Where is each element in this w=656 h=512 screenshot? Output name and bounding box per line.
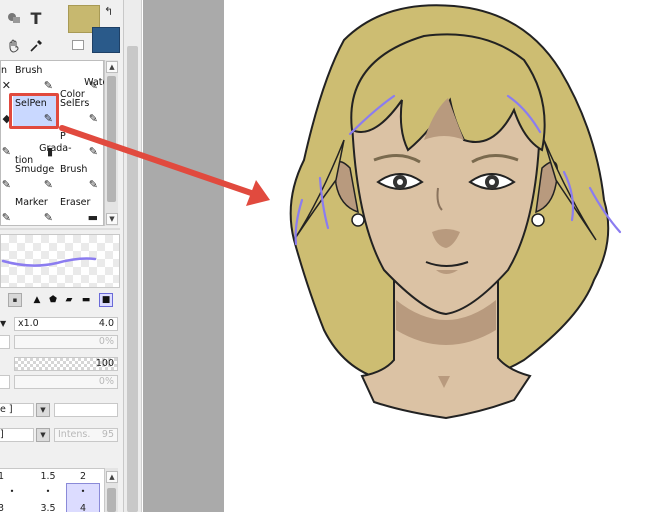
gradation-icon: ▮ — [46, 145, 53, 158]
hand-tool-icon[interactable] — [2, 34, 26, 58]
canvas-backdrop — [143, 0, 224, 512]
shape-block-icon[interactable]: ▬ — [79, 293, 93, 307]
stroke-preview — [0, 234, 120, 288]
min-size-field[interactable]: 0% — [14, 335, 118, 349]
brush-slot-smudge[interactable]: Smudge ✎ — [13, 162, 57, 194]
brush-slot-13[interactable]: ✎ — [0, 195, 13, 227]
watercolor-icon: ✎ — [88, 79, 98, 92]
selection-eraser-icon: ✎ — [88, 112, 98, 125]
density-field[interactable]: 100 — [14, 357, 118, 371]
size-preset[interactable]: 4 — [66, 503, 100, 512]
brush-size-field[interactable]: x1.0 4.0 — [14, 317, 118, 331]
shape-trapezoid-icon[interactable]: ▰ — [62, 293, 76, 307]
brush-slot-pencil[interactable]: P ✎ — [58, 129, 102, 161]
blend-mode-select[interactable]: e ] — [0, 403, 34, 417]
size-preset[interactable]: 3 — [0, 503, 18, 512]
reset-colors-icon[interactable] — [72, 40, 84, 50]
scroll-thumb[interactable] — [107, 488, 116, 512]
shape-cone-icon[interactable]: ▲ — [30, 293, 44, 307]
eyedropper-icon[interactable] — [24, 34, 48, 58]
scroll-up-button[interactable]: ▲ — [106, 471, 118, 483]
size-grid-scrollbar[interactable]: ▲ — [104, 468, 118, 512]
brush-slot-10[interactable]: ✎ — [0, 162, 13, 194]
pencil-icon: ✎ — [88, 145, 98, 158]
tool-panel: T ↰ n ✕ Brush ✎ Water Color ✎ ◆ SelPen ✎… — [0, 0, 124, 512]
brush-slot-watercolor[interactable]: Water Color ✎ — [58, 63, 112, 100]
brush-icon: ✎ — [88, 178, 98, 191]
brush-slot-label: Eraser — [60, 197, 91, 208]
brush-slot-1[interactable]: n ✕ — [0, 63, 13, 95]
brush-slot-icon: ✕ — [1, 79, 11, 92]
shape-prev-button[interactable]: ▪ — [8, 293, 22, 307]
scroll-up-button[interactable]: ▲ — [106, 61, 118, 73]
eraser-icon: ▬ — [87, 211, 98, 224]
scroll-thumb[interactable] — [127, 46, 138, 512]
character-illustration — [289, 4, 622, 420]
size-preset[interactable]: 3.5 — [31, 503, 65, 512]
brush-slot-selers[interactable]: SelErs ✎ — [58, 96, 102, 128]
panel-scrollbar[interactable] — [124, 0, 142, 512]
scroll-thumb[interactable] — [107, 76, 116, 202]
divider — [0, 228, 120, 230]
shape-dome-icon[interactable]: ⬟ — [46, 293, 60, 307]
size-dropdown-icon[interactable]: ▼ — [0, 319, 6, 328]
brush-slot-gradation[interactable]: Grada- tion ▮ — [13, 129, 72, 166]
brush-slot-label: Marker — [15, 197, 48, 208]
brush-slot-eraser[interactable]: Eraser ▬ — [58, 195, 102, 227]
brush-slot-brush-2[interactable]: Brush ✎ — [58, 162, 102, 194]
marker-icon: ✎ — [43, 211, 53, 224]
size-multiplier: x1.0 — [18, 318, 39, 329]
brush-slot-label: P — [60, 131, 66, 142]
text-tool-icon[interactable]: T — [24, 6, 48, 30]
brush-slot-label: SelErs — [60, 98, 90, 109]
scroll-down-button[interactable]: ▼ — [106, 213, 118, 225]
brush-slot-7[interactable]: ✎ — [0, 129, 13, 161]
brush-slot-icon: ✎ — [1, 145, 11, 158]
brush-slot-marker[interactable]: Marker ✎ — [13, 195, 57, 227]
brush-slot-label: Smudge — [15, 164, 55, 175]
blend-mode-dropdown-icon[interactable]: ▼ — [36, 403, 50, 417]
brush-icon: ✎ — [43, 79, 53, 92]
shape-select-icon[interactable] — [2, 6, 26, 30]
size-presets-grid: 1 1.5 2 • • • 3 3.5 4 — [0, 468, 104, 512]
blend-secondary-field[interactable] — [54, 403, 118, 417]
texture-select[interactable]: ] — [0, 428, 34, 442]
brush-tool-grid: n ✕ Brush ✎ Water Color ✎ ◆ SelPen ✎ Sel… — [0, 60, 112, 227]
texture-intensity-field[interactable]: Intens. 95 — [54, 428, 118, 442]
shape-square-icon[interactable]: ■ — [99, 293, 113, 307]
brush-grid-scrollbar[interactable]: ▲ ▼ — [104, 60, 118, 226]
brush-slot-icon: ✎ — [1, 211, 11, 224]
background-color-swatch[interactable] — [92, 27, 120, 53]
intensity-value: 95 — [101, 429, 114, 440]
brush-slot-icon: ✎ — [1, 178, 11, 191]
selpen-highlight-box — [9, 93, 59, 129]
swap-colors-icon[interactable]: ↰ — [104, 5, 113, 18]
min-size-checkbox[interactable] — [0, 335, 10, 349]
brush-shape-row: ▪ ▲ ⬟ ▰ ▬ ■ — [0, 292, 120, 310]
min-density-field[interactable]: 0% — [14, 375, 118, 389]
smudge-icon: ✎ — [43, 178, 53, 191]
brush-slot-brush[interactable]: Brush ✎ — [13, 63, 57, 95]
brush-slot-label: Brush — [60, 164, 88, 175]
size-value: 4.0 — [98, 318, 114, 329]
brush-slot-label: n — [1, 65, 8, 76]
min-density-checkbox[interactable] — [0, 375, 10, 389]
intensity-label: Intens. — [58, 429, 91, 440]
brush-slot-label: Brush — [15, 65, 43, 76]
paint-application: T ↰ n ✕ Brush ✎ Water Color ✎ ◆ SelPen ✎… — [0, 0, 656, 512]
texture-dropdown-icon[interactable]: ▼ — [36, 428, 50, 442]
